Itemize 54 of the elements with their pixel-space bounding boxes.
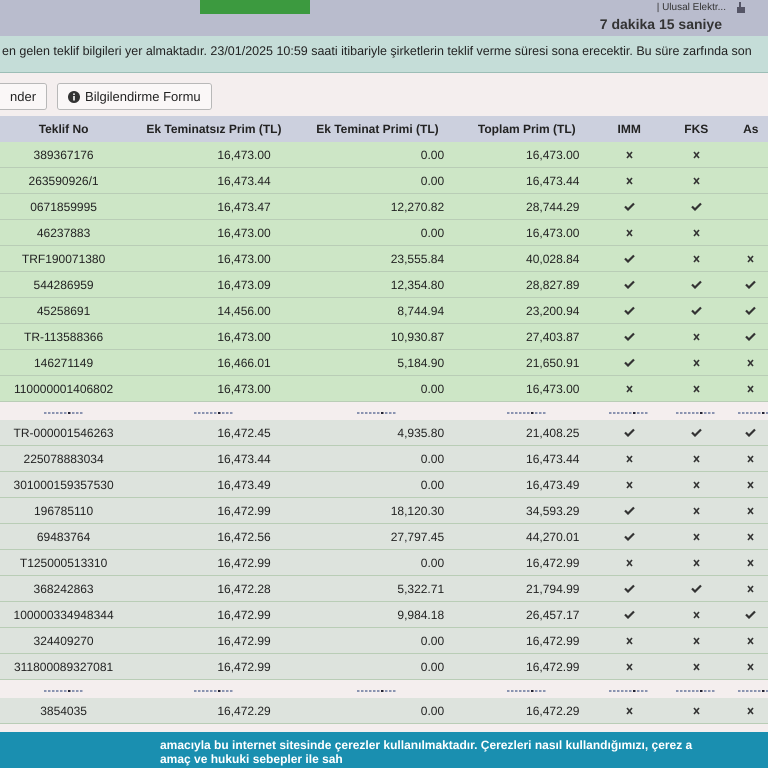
column-header[interactable]: Ek Teminatsız Prim (TL)	[127, 116, 301, 142]
dots-icon	[738, 689, 768, 693]
column-header[interactable]: Teklif No	[0, 116, 128, 142]
offer-row[interactable]: 324409270 16,472.99 0.00 16,472.99	[0, 628, 768, 654]
table-cell: 16,472.29	[127, 698, 301, 724]
dots-icon	[609, 411, 650, 415]
offer-row[interactable]: 225078883034 16,473.44 0.00 16,473.44	[0, 446, 768, 472]
countdown-timer: 7 dakika 15 saniye	[600, 16, 722, 32]
info-icon	[68, 90, 80, 102]
column-header[interactable]: Ek Teminat Primi (TL)	[300, 116, 454, 142]
offer-row[interactable]: TR-113588366 16,473.00 10,930.87 27,403.87	[0, 324, 768, 350]
offer-row[interactable]: 45258691 14,456.00 8,744.94 23,200.94	[0, 298, 768, 324]
dots-icon	[357, 411, 398, 415]
offer-row[interactable]: 110000001406802 16,473.00 0.00 16,473.00	[0, 376, 768, 402]
info-alert: en gelen teklif bilgileri yer almaktadır. 23/01/2025 10:59 saati itibariyle şirketlerin teklif verme süresi sona erecektir. Bu süre zarfında son	[0, 36, 768, 73]
offer-row[interactable]: 46237883 16,473.00 0.00 16,473.00	[0, 220, 768, 246]
dots-icon	[357, 689, 398, 693]
offer-row[interactable]: 69483764 16,472.56 27,797.45 44,270.01	[0, 524, 768, 550]
cookie-text: amacıyla bu internet sitesinde çerezler kullanılmaktadır. Çerezleri nasıl kullandığımızı, çerez a	[160, 738, 694, 752]
table-cell: 0.00	[300, 698, 454, 724]
offer-row[interactable]: 368242863 16,472.28 5,322.71 21,794.99	[0, 576, 768, 602]
dots-icon	[506, 689, 547, 693]
table-cell: 16,472.29	[454, 698, 600, 724]
table-cell: 3854035	[0, 698, 128, 724]
dots-icon	[44, 411, 84, 415]
offer-row[interactable]: 146271149 16,466.01 5,184.90 21,650.91	[0, 350, 768, 376]
dots-icon	[194, 689, 234, 693]
column-header[interactable]: IMM	[599, 116, 659, 142]
column-header[interactable]: Toplam Prim (TL)	[454, 116, 600, 142]
dots-icon	[676, 689, 716, 693]
column-header[interactable]: As	[734, 116, 768, 142]
offer-row[interactable]: 196785110 16,472.99 18,120.30 34,593.29	[0, 498, 768, 524]
offer-row[interactable]: 3854035 16,472.29 0.00 16,472.29	[0, 698, 768, 724]
offer-row[interactable]: TR-000001546263 16,472.45 4,935.80 21,408.25	[0, 420, 768, 446]
offer-row[interactable]: 263590926/1 16,473.44 0.00 16,473.44	[0, 168, 768, 194]
site-label: | Ulusal Elektr...	[656, 2, 726, 12]
offer-row[interactable]: 311800089327081 16,472.99 0.00 16,472.99	[0, 654, 768, 680]
column-header[interactable]: FKS	[658, 116, 734, 142]
info-form-button[interactable]: Bilgilendirme Formu	[57, 83, 212, 110]
offer-row[interactable]: 544286959 16,473.09 12,354.80 28,827.89	[0, 272, 768, 298]
offer-row[interactable]: 389367176 16,473.00 0.00 16,473.00	[0, 142, 768, 168]
offer-row[interactable]: 100000334948344 16,472.99 9,984.18 26,457.17	[0, 602, 768, 628]
dots-icon	[609, 689, 650, 693]
offer-row[interactable]: 0671859995 16,473.47 12,270.82 28,744.29	[0, 194, 768, 220]
send-button[interactable]: nder	[0, 83, 48, 110]
offer-row[interactable]: T125000513310 16,472.99 0.00 16,472.99	[0, 550, 768, 576]
dots-icon	[738, 411, 768, 415]
dots-icon	[194, 411, 234, 415]
cookie-text: amaç ve hukuki sebepler ile sah	[160, 752, 344, 766]
offer-row[interactable]: 301000159357530 16,473.49 0.00 16,473.49	[0, 472, 768, 498]
dots-icon	[44, 689, 84, 693]
offer-row[interactable]: TRF190071380 16,473.00 23,555.84 40,028.84	[0, 246, 768, 272]
dots-icon	[506, 411, 547, 415]
dots-icon	[676, 411, 716, 415]
